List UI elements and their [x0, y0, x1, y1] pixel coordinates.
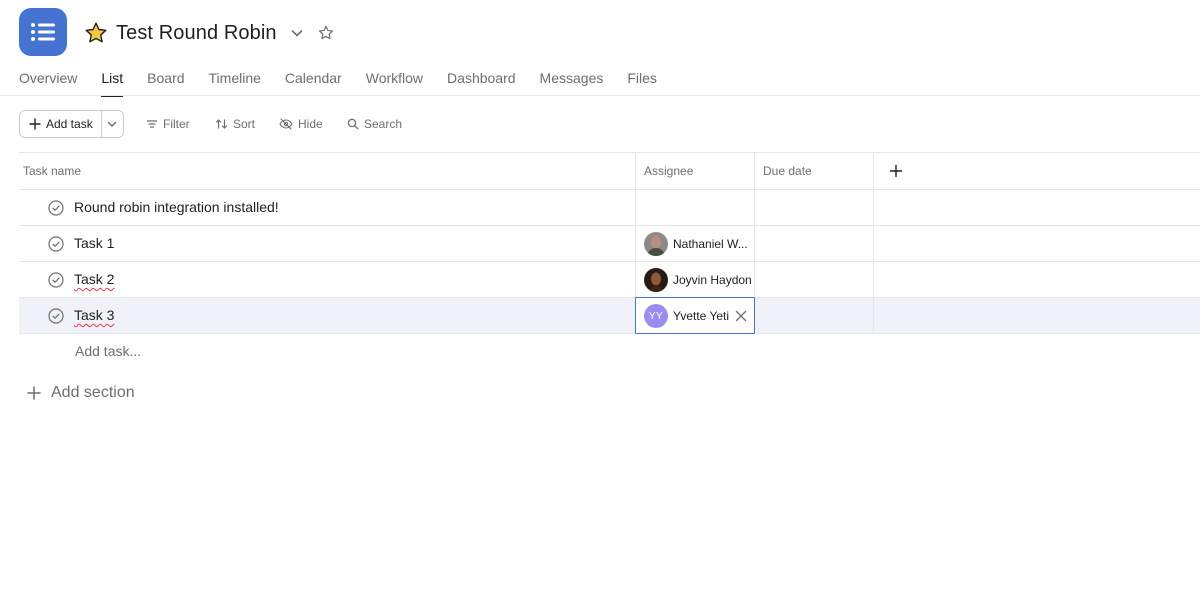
- tab-list[interactable]: List: [101, 66, 123, 97]
- assignee-field-active[interactable]: YY Yvette Yeti: [635, 297, 755, 334]
- tab-files[interactable]: Files: [627, 66, 657, 96]
- plus-icon: [29, 118, 41, 130]
- search-button[interactable]: Search: [347, 110, 402, 138]
- tab-overview[interactable]: Overview: [19, 66, 77, 96]
- search-label: Search: [364, 117, 403, 131]
- search-icon: [347, 118, 359, 130]
- task-name[interactable]: Task 1: [74, 226, 114, 261]
- tab-workflow[interactable]: Workflow: [366, 66, 423, 96]
- table-row[interactable]: Task 2 Joyvin Haydon: [19, 262, 1200, 298]
- assignee-cell[interactable]: Joyvin Haydon: [644, 267, 752, 293]
- plus-icon: [27, 386, 41, 400]
- check-circle-icon[interactable]: [48, 308, 64, 324]
- assignee-name: Yvette Yeti: [673, 309, 730, 323]
- project-icon[interactable]: [19, 8, 67, 56]
- tab-timeline[interactable]: Timeline: [209, 66, 261, 96]
- assignee-name: Nathaniel W...: [673, 237, 748, 251]
- close-icon[interactable]: [735, 310, 747, 322]
- table-header: Task name Assignee Due date: [19, 153, 1200, 190]
- check-circle-icon[interactable]: [48, 200, 64, 216]
- add-section-button[interactable]: Add section: [27, 382, 135, 404]
- favorite-star-icon[interactable]: [317, 24, 335, 42]
- task-name[interactable]: Task 2: [74, 262, 114, 297]
- project-header: Test Round Robin: [84, 18, 335, 48]
- add-task-button[interactable]: Add task: [20, 111, 102, 137]
- add-section-label: Add section: [51, 384, 135, 401]
- project-tabs: Overview List Board Timeline Calendar Wo…: [19, 66, 681, 97]
- sort-icon: [215, 119, 228, 129]
- sort-label: Sort: [233, 117, 256, 131]
- add-task-inline[interactable]: Add task...: [75, 343, 141, 359]
- filter-icon: [146, 120, 158, 128]
- tab-dashboard[interactable]: Dashboard: [447, 66, 516, 96]
- hide-label: Hide: [298, 117, 323, 131]
- column-divider: [873, 153, 874, 334]
- task-name[interactable]: Round robin integration installed!: [74, 190, 279, 225]
- assignee-name: Joyvin Haydon: [673, 273, 752, 287]
- sort-button[interactable]: Sort: [215, 110, 255, 138]
- add-task-dropdown[interactable]: [102, 111, 123, 137]
- add-task-button-group: Add task: [19, 110, 124, 138]
- eye-hidden-icon: [279, 118, 293, 130]
- hide-button[interactable]: Hide: [279, 110, 323, 138]
- column-header-task-name[interactable]: Task name: [23, 153, 81, 189]
- tabs-divider: [0, 95, 1200, 96]
- check-circle-icon[interactable]: [48, 236, 64, 252]
- column-header-assignee[interactable]: Assignee: [644, 153, 693, 189]
- list-icon: [31, 23, 55, 41]
- add-column-plus-icon[interactable]: [889, 164, 903, 178]
- table-row[interactable]: Task 1 Nathaniel W...: [19, 226, 1200, 262]
- add-task-label: Add task: [46, 117, 93, 131]
- filter-label: Filter: [163, 117, 190, 131]
- filter-button[interactable]: Filter: [146, 110, 190, 138]
- table-row[interactable]: Task 3: [19, 298, 1200, 334]
- table-row[interactable]: Round robin integration installed!: [19, 190, 1200, 226]
- chevron-down-icon[interactable]: [289, 25, 305, 41]
- avatar: [644, 268, 668, 292]
- column-header-due-date[interactable]: Due date: [763, 153, 812, 189]
- avatar: [644, 232, 668, 256]
- assignee-cell[interactable]: Nathaniel W...: [644, 231, 748, 257]
- check-circle-icon[interactable]: [48, 272, 64, 288]
- tab-calendar[interactable]: Calendar: [285, 66, 342, 96]
- tab-messages[interactable]: Messages: [540, 66, 604, 96]
- avatar-initials: YY: [644, 304, 668, 328]
- chevron-down-icon: [108, 121, 117, 127]
- tab-board[interactable]: Board: [147, 66, 184, 96]
- star-status-icon: [85, 22, 107, 43]
- project-title: Test Round Robin: [116, 21, 277, 44]
- task-name[interactable]: Task 3: [74, 298, 114, 333]
